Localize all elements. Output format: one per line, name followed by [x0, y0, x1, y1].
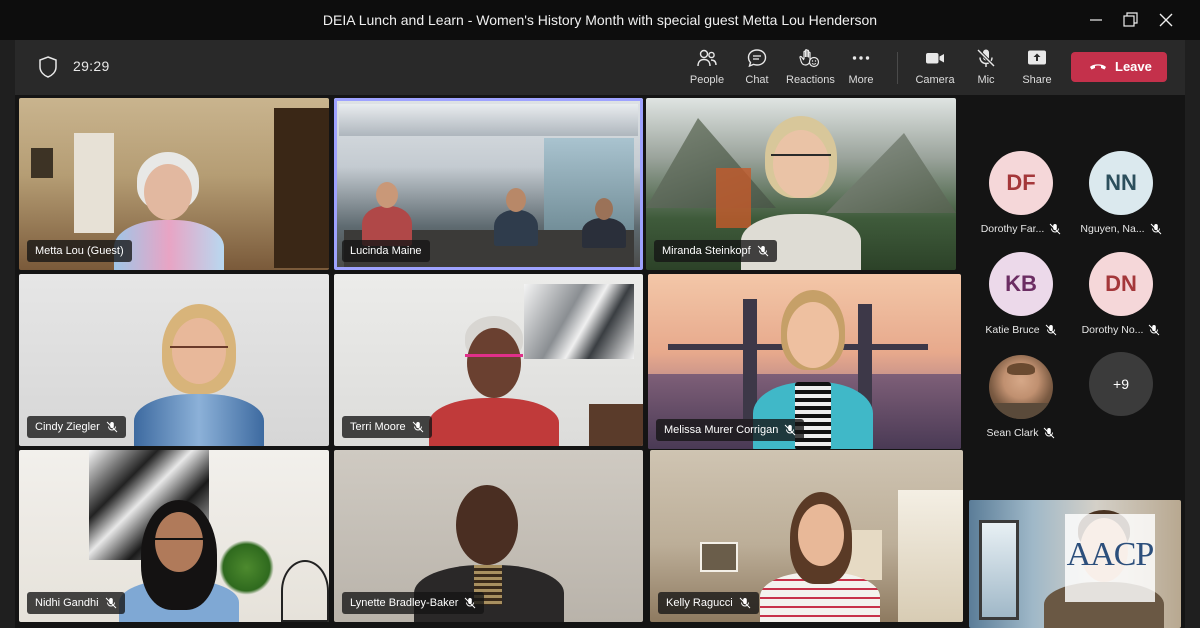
mic-off-icon: [757, 245, 769, 257]
participant-name-tag: Lynette Bradley-Baker: [342, 592, 485, 614]
meeting-timer: 29:29: [73, 58, 110, 74]
more-icon: [852, 56, 870, 60]
logo-text: AACP: [1066, 536, 1155, 573]
share-label: Share: [1022, 74, 1052, 86]
avatar: DF: [989, 151, 1053, 215]
chat-label: Chat: [745, 74, 769, 86]
participant-name-tag: Metta Lou (Guest): [27, 240, 132, 262]
participant-name-tag: Cindy Ziegler: [27, 416, 126, 438]
shield-icon: [39, 56, 57, 78]
hang-up-icon: [1090, 64, 1106, 70]
leave-label: Leave: [1115, 59, 1152, 74]
roster-name: Dorothy Far...: [980, 223, 1045, 235]
participant-name-tag: Miranda Steinkopf: [654, 240, 777, 262]
camera-button[interactable]: Camera: [915, 47, 955, 91]
participant-name-tag: Nidhi Gandhi: [27, 592, 125, 614]
video-tile[interactable]: Miranda Steinkopf: [646, 98, 956, 270]
mic-off-icon: [1149, 324, 1160, 336]
participant-name: Cindy Ziegler: [35, 421, 100, 433]
video-tile[interactable]: Lucinda Maine: [334, 98, 643, 270]
camera-label: Camera: [915, 74, 955, 86]
mic-off-icon: [106, 421, 118, 433]
participant-name-tag: Lucinda Maine: [342, 240, 430, 262]
roster-name: Katie Bruce: [985, 324, 1040, 336]
mic-off-icon: [465, 597, 476, 609]
meeting-toolbar: 29:29 People Chat Reactions More Camera …: [15, 40, 1185, 95]
video-tile[interactable]: Metta Lou (Guest): [19, 98, 329, 270]
mic-off-icon: [105, 597, 116, 609]
participant-name: Nidhi Gandhi: [35, 597, 99, 609]
participant-name: Kelly Ragucci: [666, 597, 733, 609]
roster-name-row: Katie Bruce: [969, 324, 1073, 336]
video-tile[interactable]: Nidhi Gandhi: [19, 450, 329, 622]
mic-button[interactable]: Mic: [973, 47, 999, 91]
minimize-icon[interactable]: [1084, 8, 1108, 32]
leave-button[interactable]: Leave: [1071, 52, 1167, 82]
mic-off-icon: [1044, 427, 1055, 439]
roster-name: Dorothy No...: [1081, 324, 1144, 336]
participant-name-tag: Melissa Murer Corrigan: [656, 419, 805, 441]
people-label: People: [689, 74, 725, 86]
reactions-label: Reactions: [786, 74, 835, 86]
video-tile[interactable]: Cindy Ziegler: [19, 274, 329, 446]
mic-off-icon: [784, 424, 796, 436]
roster-name-row: Dorothy No...: [1069, 324, 1173, 336]
mic-off-icon: [1045, 324, 1056, 336]
mic-off-icon: [976, 48, 996, 68]
avatar: DN: [1089, 252, 1153, 316]
roster-participant[interactable]: DF Dorothy Far...: [969, 151, 1073, 235]
reactions-icon: [799, 49, 820, 68]
roster-participant[interactable]: DN Dorothy No...: [1069, 252, 1173, 336]
close-icon[interactable]: [1154, 8, 1178, 32]
participant-name-tag: Terri Moore: [342, 416, 432, 438]
roster-name-row: Dorothy Far...: [969, 223, 1073, 235]
participant-name: Lucinda Maine: [350, 245, 422, 257]
mic-label: Mic: [977, 74, 995, 86]
restore-icon[interactable]: [1118, 8, 1142, 32]
mic-off-icon: [1150, 223, 1161, 235]
video-tile[interactable]: Lynette Bradley-Baker: [334, 450, 643, 622]
chat-button[interactable]: Chat: [742, 47, 772, 91]
chat-icon: [747, 49, 767, 68]
roster-participant[interactable]: Sean Clark: [969, 355, 1073, 439]
avatar: NN: [1089, 151, 1153, 215]
toolbar-divider: [897, 52, 898, 84]
participant-name: Terri Moore: [350, 421, 406, 433]
title-bar: DEIA Lunch and Learn - Women's History M…: [0, 0, 1200, 40]
people-button[interactable]: People: [686, 47, 728, 91]
participant-name: Metta Lou (Guest): [35, 245, 124, 257]
aacp-logo: AACP: [1065, 514, 1155, 602]
participant-name: Lynette Bradley-Baker: [350, 597, 459, 609]
mic-off-icon: [412, 421, 423, 433]
more-button[interactable]: More: [846, 47, 876, 91]
more-participants-button[interactable]: +9: [1089, 352, 1153, 416]
roster-participant[interactable]: NN Nguyen, Na...: [1069, 151, 1173, 235]
mic-off-icon: [1049, 223, 1061, 235]
people-icon: [697, 49, 717, 67]
mic-off-icon: [739, 597, 750, 609]
camera-icon: [926, 53, 944, 64]
avatar: [989, 355, 1053, 419]
share-icon: [1028, 50, 1046, 65]
roster-name-row: Nguyen, Na...: [1069, 223, 1173, 235]
participant-name: Melissa Murer Corrigan: [664, 424, 779, 436]
avatar: KB: [989, 252, 1053, 316]
reactions-button[interactable]: Reactions: [786, 47, 835, 91]
more-label: More: [848, 74, 874, 86]
share-button[interactable]: Share: [1021, 47, 1053, 91]
video-tile[interactable]: Kelly Ragucci: [650, 450, 963, 622]
video-tile[interactable]: Terri Moore: [334, 274, 643, 446]
roster-name: Nguyen, Na...: [1080, 223, 1145, 235]
roster-name: Sean Clark: [986, 427, 1039, 439]
video-tile[interactable]: Melissa Murer Corrigan: [648, 274, 961, 449]
roster-participant[interactable]: KB Katie Bruce: [969, 252, 1073, 336]
roster-name-row: Sean Clark: [969, 427, 1073, 439]
roster-overflow[interactable]: +9: [1069, 352, 1173, 416]
window-title: DEIA Lunch and Learn - Women's History M…: [322, 12, 878, 28]
participant-name-tag: Kelly Ragucci: [658, 592, 759, 614]
participant-name: Miranda Steinkopf: [662, 245, 751, 257]
